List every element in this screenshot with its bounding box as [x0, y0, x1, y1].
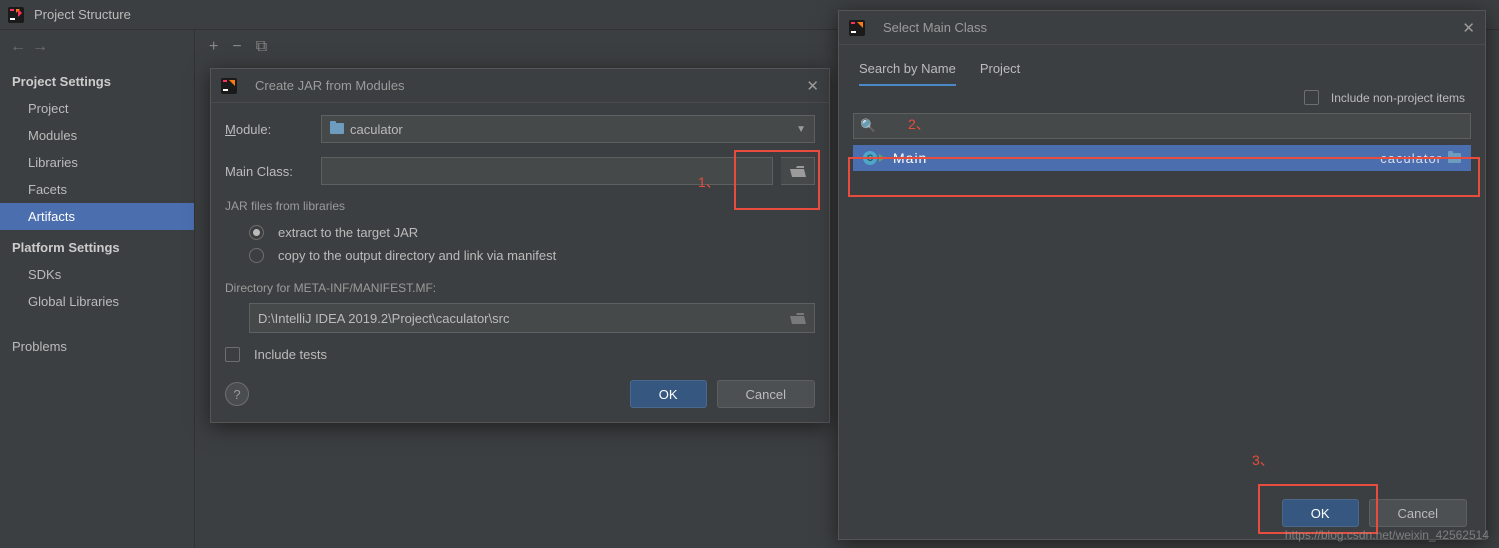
class-ok-button[interactable]: OK — [1282, 499, 1359, 527]
main-class-input[interactable] — [321, 157, 773, 185]
runnable-icon — [879, 154, 885, 162]
tab-project[interactable]: Project — [980, 57, 1020, 86]
include-tests-checkbox[interactable] — [225, 347, 240, 362]
section-project-settings: Project Settings — [0, 64, 194, 95]
intellij-logo-icon — [849, 20, 865, 36]
tab-search-by-name[interactable]: Search by Name — [859, 57, 956, 86]
radio-copy-label: copy to the output directory and link vi… — [278, 248, 556, 263]
sidebar-item-modules[interactable]: Modules — [0, 122, 194, 149]
class-search-input[interactable]: 🔍 — [853, 113, 1471, 139]
jar-ok-button[interactable]: OK — [630, 380, 707, 408]
manifest-dir-input[interactable]: D:\IntelliJ IDEA 2019.2\Project\caculato… — [249, 303, 815, 333]
radio-copy[interactable] — [249, 248, 264, 263]
sidebar-item-global-libraries[interactable]: Global Libraries — [0, 288, 194, 315]
remove-icon[interactable]: − — [232, 38, 241, 56]
class-result-name: Main — [893, 150, 1380, 166]
close-icon[interactable]: ✕ — [806, 77, 819, 95]
settings-sidebar: ← → Project Settings Project Modules Lib… — [0, 30, 195, 548]
sidebar-item-artifacts[interactable]: Artifacts — [0, 203, 194, 230]
class-dialog-title: Select Main Class — [883, 20, 1462, 35]
create-jar-dialog: Create JAR from Modules ✕ Module: cacula… — [210, 68, 830, 423]
chevron-down-icon: ▼ — [796, 124, 806, 135]
browse-main-class-button[interactable] — [781, 157, 815, 185]
intellij-logo-icon — [221, 78, 237, 94]
add-icon[interactable]: + — [209, 38, 218, 56]
class-icon: C — [863, 151, 877, 165]
nav-arrows: ← → — [0, 30, 194, 64]
main-class-label: Main Class: — [225, 164, 313, 179]
watermark: https://blog.csdn.net/weixin_42562514 — [1285, 528, 1489, 542]
section-platform-settings: Platform Settings — [0, 230, 194, 261]
include-tests-label: Include tests — [254, 347, 327, 362]
module-dropdown[interactable]: caculator ▼ — [321, 115, 815, 143]
module-label: Module: — [225, 122, 313, 137]
intellij-logo-icon — [8, 7, 24, 23]
class-results: C Main caculator — [853, 145, 1471, 487]
module-folder-icon — [330, 123, 344, 134]
nav-back-icon[interactable]: ← — [10, 38, 26, 56]
module-folder-icon — [1448, 153, 1461, 163]
class-dialog-titlebar: Select Main Class ✕ — [839, 11, 1485, 45]
radio-extract[interactable] — [249, 225, 264, 240]
radio-copy-row[interactable]: copy to the output directory and link vi… — [225, 244, 815, 267]
sidebar-item-problems[interactable]: Problems — [0, 333, 194, 360]
select-main-class-dialog: Select Main Class ✕ Search by Name Proje… — [838, 10, 1486, 540]
include-non-project-checkbox[interactable] — [1304, 90, 1319, 105]
include-non-project-label: Include non-project items — [1331, 91, 1465, 105]
libs-section-label: JAR files from libraries — [225, 199, 815, 213]
module-value: caculator — [350, 122, 403, 137]
jar-dialog-titlebar: Create JAR from Modules ✕ — [211, 69, 829, 103]
search-icon: 🔍 — [860, 118, 876, 134]
sidebar-item-facets[interactable]: Facets — [0, 176, 194, 203]
main-window-title: Project Structure — [34, 7, 131, 22]
help-button[interactable]: ? — [225, 382, 249, 406]
jar-dialog-title: Create JAR from Modules — [255, 78, 806, 93]
radio-extract-label: extract to the target JAR — [278, 225, 418, 240]
class-dialog-tabs: Search by Name Project — [839, 45, 1485, 86]
sidebar-item-libraries[interactable]: Libraries — [0, 149, 194, 176]
class-result-item[interactable]: C Main caculator — [853, 145, 1471, 171]
copy-icon[interactable]: ⧉ — [256, 38, 267, 56]
manifest-dir-value: D:\IntelliJ IDEA 2019.2\Project\caculato… — [258, 311, 790, 326]
folder-open-icon — [790, 165, 806, 178]
close-icon[interactable]: ✕ — [1462, 19, 1475, 37]
jar-cancel-button[interactable]: Cancel — [717, 380, 815, 408]
radio-extract-row[interactable]: extract to the target JAR — [225, 221, 815, 244]
folder-open-icon[interactable] — [790, 312, 806, 325]
sidebar-item-sdks[interactable]: SDKs — [0, 261, 194, 288]
dir-label: Directory for META-INF/MANIFEST.MF: — [225, 281, 815, 295]
class-result-location: caculator — [1380, 151, 1442, 166]
nav-forward-icon[interactable]: → — [32, 38, 48, 56]
include-tests-row[interactable]: Include tests — [225, 343, 815, 366]
sidebar-item-project[interactable]: Project — [0, 95, 194, 122]
class-cancel-button[interactable]: Cancel — [1369, 499, 1467, 527]
